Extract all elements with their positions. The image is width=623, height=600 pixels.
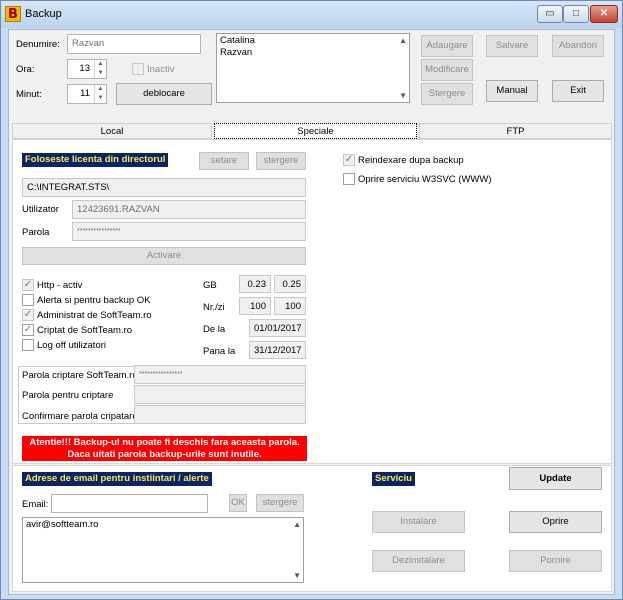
list-item[interactable]: avir@softteam.ro [26,519,300,531]
minimize-button[interactable]: ▭ [537,5,563,23]
ora-stepper[interactable]: 13 ▲ ▼ [67,59,107,79]
scroll-down-icon[interactable]: ▼ [399,91,407,100]
email-stergere-button[interactable]: stergere [256,494,304,512]
oprire-w3svc-label: Oprire serviciu W3SVC (WWW) [358,174,492,185]
inactiv-label: Inactiv [147,64,175,75]
alerta-checkbox[interactable] [22,294,34,306]
minut-label: Minut: [16,89,42,100]
minut-value: 11 [80,88,90,99]
ora-spin-buttons[interactable]: ▲ ▼ [94,60,106,78]
dela-input[interactable]: 01/01/2017 [249,319,306,337]
confirmare-label: Confirmare parola cripatare [22,411,138,422]
client-area: Denumire: Razvan Ora: 13 ▲ ▼ Inactiv Minu… [8,29,615,595]
inactiv-checkbox[interactable] [132,63,144,75]
gb-used-input[interactable]: 0.23 [239,275,271,293]
list-item[interactable]: Razvan [220,47,406,59]
administrat-label: Administrat de SoftTeam.ro [37,310,152,321]
app-icon: B [5,6,21,22]
stergere-button[interactable]: Stergere [421,83,473,105]
minut-stepper[interactable]: 11 ▲ ▼ [67,84,107,104]
list-item[interactable]: Catalina [220,35,406,47]
denumire-input[interactable]: Razvan [67,34,201,54]
scroll-down-icon[interactable]: ▼ [293,571,301,580]
http-checkbox[interactable]: ✓ [22,279,34,291]
spin-down-icon[interactable]: ▼ [95,69,106,78]
backup-window: B Backup ▭ □ ✕ Denumire: Razvan Ora: 13 … [0,0,623,600]
maximize-button[interactable]: □ [563,5,589,23]
parola-label: Parola [22,227,50,238]
email-input[interactable] [51,494,208,513]
scroll-up-icon[interactable]: ▲ [399,36,407,45]
deblocare-button[interactable]: deblocare [116,83,212,105]
salvare-button[interactable]: Salvare [486,35,538,57]
reindexare-label: Reindexare dupa backup [358,155,464,166]
scroll-up-icon[interactable]: ▲ [293,520,301,529]
bottom-panel: Adrese de email pentru instiintari / ale… [12,465,612,592]
email-label: Email: [22,499,49,510]
activare-button[interactable]: Activare [22,247,306,265]
tab-speciale[interactable]: Speciale [214,123,417,139]
spin-up-icon[interactable]: ▲ [95,60,106,69]
ora-label: Ora: [16,64,35,75]
panala-label: Pana la [203,346,236,357]
tab-ftp[interactable]: FTP [419,123,612,139]
email-ok-button[interactable]: OK [229,494,247,512]
gb-label: GB [203,280,217,291]
confirmare-input[interactable] [134,405,306,424]
ora-value: 13 [79,63,90,74]
email-header: Adrese de email pentru instiintari / ale… [22,472,212,486]
logoff-label: Log off utilizatori [37,340,107,351]
adaugare-button[interactable]: Adaugare [421,35,473,57]
gb-limit-input[interactable]: 0.25 [274,275,306,293]
alerta-label: Alerta si pentru backup OK [37,295,151,306]
spin-up-icon[interactable]: ▲ [95,85,106,94]
instalare-button[interactable]: Instalare [372,511,465,533]
parola-criptare-label: Parola pentru criptare [22,390,114,401]
abandon-button[interactable]: Abandon [552,35,604,57]
utilizator-input[interactable]: 12423691.RAZVAN [72,200,306,219]
denumire-label: Denumire: [16,39,60,50]
parola-softteam-label: Parola criptare SoftTeam.ro [22,370,138,381]
http-label: Http - activ [37,280,83,291]
serviciu-header: Serviciu [372,472,415,486]
utilizator-label: Utilizator [22,204,59,215]
reindexare-checkbox[interactable]: ✓ [343,154,355,166]
close-button[interactable]: ✕ [590,5,618,23]
exit-button[interactable]: Exit [552,80,604,102]
names-list[interactable]: Catalina Razvan ▲ ▼ [216,33,410,103]
manual-button[interactable]: Manual [486,80,538,102]
window-title: Backup [25,8,62,20]
password-warning: Atentie!!! Backup-ul nu poate fi deschis… [22,436,307,461]
email-list[interactable]: avir@softteam.ro ▲ ▼ [22,517,304,583]
parola-input[interactable]: **************** [72,222,306,241]
dezinstalare-button[interactable]: Dezinstalare [372,550,465,572]
pornire-button[interactable]: Pornire [509,550,602,572]
warning-line-2: Daca uitati parola backup-urile sunt inu… [67,449,262,460]
spin-down-icon[interactable]: ▼ [95,94,106,103]
oprire-w3svc-checkbox[interactable] [343,173,355,185]
dela-label: De la [203,324,226,335]
license-path-input[interactable]: C:\INTEGRAT.STS\ [22,178,306,197]
minut-spin-buttons[interactable]: ▲ ▼ [94,85,106,103]
tab-local[interactable]: Local [12,123,212,139]
warning-line-1: Atentie!!! Backup-ul nu poate fi deschis… [29,437,300,448]
modificare-button[interactable]: Modificare [421,59,473,81]
criptat-label: Criptat de SoftTeam.ro [37,325,133,336]
panala-input[interactable]: 31/12/2017 [249,341,306,359]
oprire-button[interactable]: Oprire [509,511,602,533]
update-button[interactable]: Update [509,467,602,490]
nrzi-limit-input[interactable]: 100 [274,297,306,315]
nrzi-used-input[interactable]: 100 [239,297,271,315]
nrzi-label: Nr./zi [203,302,225,313]
setare-button[interactable]: setare [199,152,249,170]
administrat-checkbox[interactable]: ✓ [22,309,34,321]
speciale-panel: Foloseste licenta din directorul setare … [12,139,612,464]
title-bar[interactable]: B Backup ▭ □ ✕ [1,1,622,28]
licenta-header: Foloseste licenta din directorul [22,153,169,167]
licenta-stergere-button[interactable]: stergere [256,152,306,170]
criptat-checkbox[interactable]: ✓ [22,324,34,336]
parola-softteam-input[interactable]: **************** [134,365,306,384]
parola-criptare-input[interactable] [134,385,306,404]
logoff-checkbox[interactable] [22,339,34,351]
